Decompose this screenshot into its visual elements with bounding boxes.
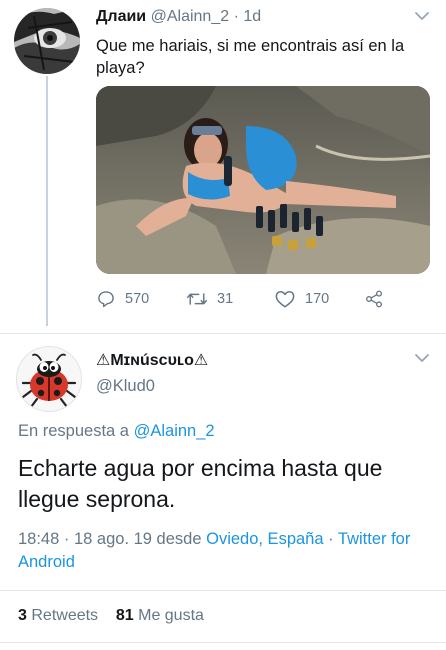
metadata-divider	[0, 590, 446, 591]
retweet-total: 3	[18, 607, 27, 624]
tweet-divider	[0, 333, 446, 334]
reply-icon	[98, 291, 114, 308]
tweet-age[interactable]: 1d	[243, 8, 261, 25]
reply-button[interactable]: 570	[96, 286, 149, 312]
replying-to-handle-link[interactable]: @Alainn_2	[134, 422, 215, 440]
client-separator: ·	[328, 530, 334, 548]
like-count: 170	[305, 291, 330, 307]
tweet-metadata: 18:48 · 18 ago. 19 desde Oviedo, España …	[18, 528, 438, 574]
avatar-image	[14, 8, 80, 74]
tweet-time: 18:48	[18, 530, 60, 548]
retweets-stat[interactable]: 3 Retweets	[18, 607, 103, 624]
like-icon	[275, 290, 295, 308]
tweet-text: Que me hariais, si me encontrais así en …	[96, 37, 405, 77]
replying-to-line: En respuesta a @Alainn_2	[18, 422, 215, 441]
author-name[interactable]: Длаии	[96, 8, 146, 25]
focused-author-name[interactable]: ⚠Mɪɴúsᴄᴜʟᴏ⚠	[96, 350, 208, 370]
retweet-icon	[186, 293, 208, 305]
likes-stat[interactable]: 81 Me gusta	[116, 607, 204, 624]
retweet-button[interactable]: 31	[186, 286, 233, 312]
author-handle[interactable]: @Alainn_2	[151, 8, 230, 25]
tweet-actions: 570 31 170	[96, 286, 416, 312]
focused-author-avatar[interactable]	[16, 346, 82, 412]
tweet-header: Длаии @Alainn_2 · 1d	[96, 8, 261, 26]
chevron-down-icon[interactable]	[414, 352, 430, 364]
location-link[interactable]: Oviedo, España	[206, 530, 323, 548]
retweet-label: Retweets	[31, 607, 99, 624]
share-button[interactable]	[364, 286, 384, 312]
photo-beach-scene	[96, 86, 430, 274]
engagement-stats: 3 Retweets 81 Me gusta	[18, 607, 204, 625]
share-icon	[366, 290, 382, 308]
like-total: 81	[115, 607, 134, 624]
time-separator: ·	[63, 530, 70, 548]
reply-to-tweet[interactable]: Длаии @Alainn_2 · 1d Que me hariais, si …	[0, 0, 446, 332]
reply-count: 570	[125, 291, 150, 307]
replying-prefix: En respuesta a	[18, 422, 129, 440]
ladybug-avatar-image	[17, 347, 81, 411]
thread-connector	[46, 76, 48, 326]
retweet-count: 31	[217, 291, 234, 307]
meta-separator: ·	[233, 8, 239, 25]
stats-divider	[0, 642, 446, 643]
focused-author-handle[interactable]: @Klud0	[96, 377, 155, 396]
tweet-photo[interactable]	[96, 86, 430, 274]
focused-tweet-text: Echarte agua por encima hasta que llegue…	[18, 455, 383, 512]
tweet-date: 18 ago. 19 desde	[73, 530, 202, 548]
author-avatar[interactable]	[14, 8, 80, 74]
like-label: Me gusta	[138, 607, 204, 624]
like-button[interactable]: 170	[274, 286, 329, 312]
chevron-down-icon[interactable]	[414, 10, 430, 22]
